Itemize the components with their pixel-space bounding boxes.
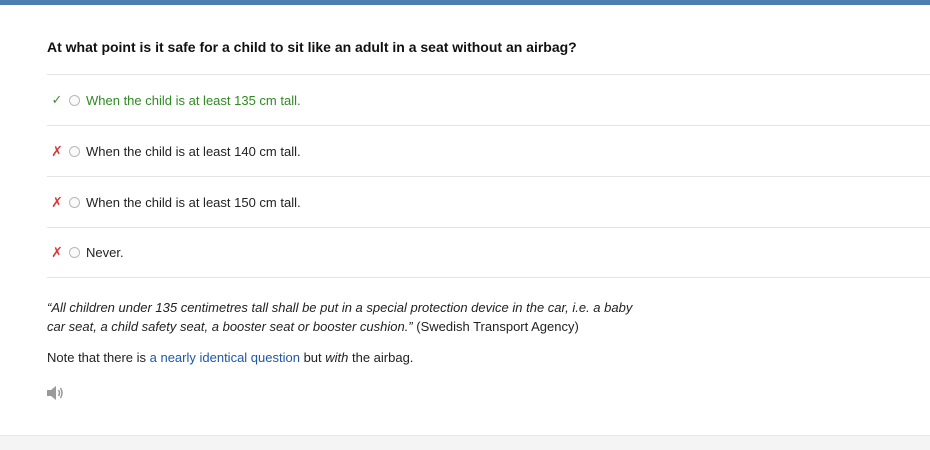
question-text: At what point is it safe for a child to … xyxy=(47,39,577,55)
explanation-source: (Swedish Transport Agency) xyxy=(412,319,579,334)
cross-icon: ✗ xyxy=(51,244,63,260)
speaker-icon[interactable] xyxy=(46,385,66,401)
answer-option-2[interactable]: ✗ When the child is at least 140 cm tall… xyxy=(47,125,930,176)
note-prefix: Note that there is xyxy=(47,350,150,365)
cross-icon: ✗ xyxy=(51,193,63,210)
footer-bar xyxy=(0,435,930,450)
radio-button[interactable] xyxy=(69,145,80,157)
answer-label: Never. xyxy=(86,245,124,260)
radio-button[interactable] xyxy=(69,247,80,258)
note-middle: but xyxy=(299,350,326,365)
answer-label: When the child is at least 150 cm tall. xyxy=(86,194,301,210)
answer-label: When the child is at least 140 cm tall. xyxy=(86,143,301,159)
note-text: Note that there is a nearly identical qu… xyxy=(47,350,413,365)
top-accent-bar xyxy=(0,0,930,5)
check-icon: ✓ xyxy=(51,92,63,107)
related-question-link[interactable]: a nearly identical question xyxy=(150,350,300,365)
radio-button[interactable] xyxy=(69,94,80,106)
explanation-text: “All children under 135 centimetres tall… xyxy=(47,298,647,336)
answer-label: When the child is at least 135 cm tall. xyxy=(86,92,301,108)
note-suffix: the airbag. xyxy=(348,350,414,365)
note-emphasis: with xyxy=(325,350,349,365)
answer-option-3[interactable]: ✗ When the child is at least 150 cm tall… xyxy=(47,176,930,227)
cross-icon: ✗ xyxy=(51,142,63,159)
answer-option-1[interactable]: ✓ When the child is at least 135 cm tall… xyxy=(47,74,930,125)
radio-button[interactable] xyxy=(69,196,80,208)
answer-option-4[interactable]: ✗ Never. xyxy=(47,227,930,278)
